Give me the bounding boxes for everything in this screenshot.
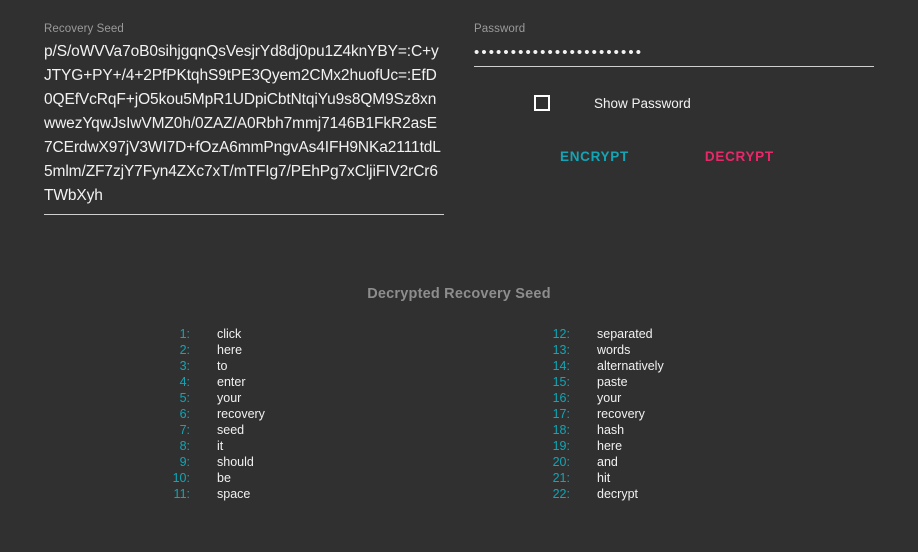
recovery-seed-field[interactable]: p/S/oWVVa7oB0sihjgqnQsVesjrYd8dj0pu1Z4kn… bbox=[44, 40, 444, 215]
word-index: 1: bbox=[179, 327, 190, 341]
word-value: separated bbox=[597, 327, 653, 341]
word-list-item: 2: here bbox=[154, 342, 384, 358]
word-list-item: 7: seed bbox=[154, 422, 384, 438]
word-value: recovery bbox=[217, 407, 265, 421]
word-index: 9: bbox=[179, 455, 190, 469]
word-index: 22: bbox=[552, 487, 570, 501]
word-value: recovery bbox=[597, 407, 645, 421]
word-value: hit bbox=[597, 471, 611, 485]
word-list-item: 11: space bbox=[154, 486, 384, 502]
word-list-item: 9: should bbox=[154, 454, 384, 470]
word-value: seed bbox=[217, 423, 245, 437]
app-root: Recovery Seed p/S/oWVVa7oB0sihjgqnQsVesj… bbox=[0, 0, 918, 552]
word-list-item: 1: click bbox=[154, 326, 384, 342]
word-list-item: 8: it bbox=[154, 438, 384, 454]
word-index: 17: bbox=[552, 407, 570, 421]
word-index: 21: bbox=[552, 471, 570, 485]
word-value: and bbox=[597, 455, 618, 469]
word-value: hash bbox=[597, 423, 625, 437]
encrypt-button[interactable]: ENCRYPT bbox=[544, 141, 645, 172]
word-value: enter bbox=[217, 375, 246, 389]
word-list-item: 12: separated bbox=[534, 326, 764, 342]
word-column-left: 1: click 2: here 3: to 4: enter 5: your 6: recovery… bbox=[154, 326, 384, 502]
word-value: your bbox=[217, 391, 242, 405]
word-index: 12: bbox=[552, 327, 570, 341]
word-list-item: 3: to bbox=[154, 358, 384, 374]
word-index: 5: bbox=[179, 391, 190, 405]
action-button-row: ENCRYPT DECRYPT bbox=[474, 141, 874, 172]
word-value: alternatively bbox=[597, 359, 664, 373]
word-list-item: 13: words bbox=[534, 342, 764, 358]
word-list-item: 22: decrypt bbox=[534, 486, 764, 502]
word-value: to bbox=[217, 359, 228, 373]
show-password-row[interactable]: Show Password bbox=[474, 95, 874, 111]
word-list-item: 6: recovery bbox=[154, 406, 384, 422]
results-section: Decrypted Recovery Seed 1: click 2: here 3: t… bbox=[0, 286, 918, 502]
word-value: be bbox=[217, 471, 231, 485]
word-index: 7: bbox=[179, 423, 190, 437]
word-list-item: 16: your bbox=[534, 390, 764, 406]
form-row: Recovery Seed p/S/oWVVa7oB0sihjgqnQsVesj… bbox=[0, 0, 918, 215]
show-password-checkbox[interactable] bbox=[534, 95, 550, 111]
word-index: 14: bbox=[552, 359, 570, 373]
word-list-item: 19: here bbox=[534, 438, 764, 454]
word-index: 18: bbox=[552, 423, 570, 437]
word-list-item: 15: paste bbox=[534, 374, 764, 390]
word-index: 13: bbox=[552, 343, 570, 357]
word-list-item: 10: be bbox=[154, 470, 384, 486]
word-column-right: 12: separated 13: words 14: alternatively 15: p… bbox=[534, 326, 764, 502]
results-title: Decrypted Recovery Seed bbox=[367, 286, 551, 302]
word-index: 8: bbox=[179, 439, 190, 453]
word-columns: 1: click 2: here 3: to 4: enter 5: your 6: recovery… bbox=[0, 326, 918, 502]
recovery-seed-input[interactable]: p/S/oWVVa7oB0sihjgqnQsVesjrYd8dj0pu1Z4kn… bbox=[44, 40, 444, 208]
word-value: words bbox=[597, 343, 631, 357]
word-list-item: 20: and bbox=[534, 454, 764, 470]
word-value: click bbox=[217, 327, 242, 341]
decrypt-button[interactable]: DECRYPT bbox=[689, 141, 790, 172]
password-column: Password ••••••••••••••••••••••• Show Pa… bbox=[474, 22, 874, 215]
word-value: should bbox=[217, 455, 254, 469]
word-index: 19: bbox=[552, 439, 570, 453]
word-list-item: 21: hit bbox=[534, 470, 764, 486]
word-list-item: 5: your bbox=[154, 390, 384, 406]
word-index: 10: bbox=[172, 471, 190, 485]
word-index: 11: bbox=[173, 487, 190, 501]
show-password-label: Show Password bbox=[594, 95, 691, 111]
word-value: here bbox=[217, 343, 243, 357]
word-value: paste bbox=[597, 375, 628, 389]
word-index: 20: bbox=[552, 455, 570, 469]
password-input[interactable]: ••••••••••••••••••••••• bbox=[474, 41, 643, 65]
word-value: space bbox=[217, 487, 251, 501]
password-label: Password bbox=[474, 23, 526, 35]
word-value: it bbox=[217, 439, 224, 453]
word-index: 3: bbox=[179, 359, 190, 373]
recovery-seed-column: Recovery Seed p/S/oWVVa7oB0sihjgqnQsVesj… bbox=[44, 22, 444, 215]
recovery-seed-label: Recovery Seed bbox=[44, 23, 124, 35]
word-list-item: 18: hash bbox=[534, 422, 764, 438]
password-field[interactable]: ••••••••••••••••••••••• bbox=[474, 40, 874, 67]
word-index: 15: bbox=[552, 375, 570, 389]
word-value: decrypt bbox=[597, 487, 638, 501]
word-list-item: 4: enter bbox=[154, 374, 384, 390]
word-index: 16: bbox=[552, 391, 570, 405]
word-index: 2: bbox=[179, 343, 190, 357]
word-list-item: 17: recovery bbox=[534, 406, 764, 422]
word-index: 4: bbox=[179, 375, 190, 389]
word-list-item: 14: alternatively bbox=[534, 358, 764, 374]
word-value: your bbox=[597, 391, 622, 405]
column-spacer bbox=[444, 22, 474, 215]
word-index: 6: bbox=[179, 407, 190, 421]
word-value: here bbox=[597, 439, 623, 453]
